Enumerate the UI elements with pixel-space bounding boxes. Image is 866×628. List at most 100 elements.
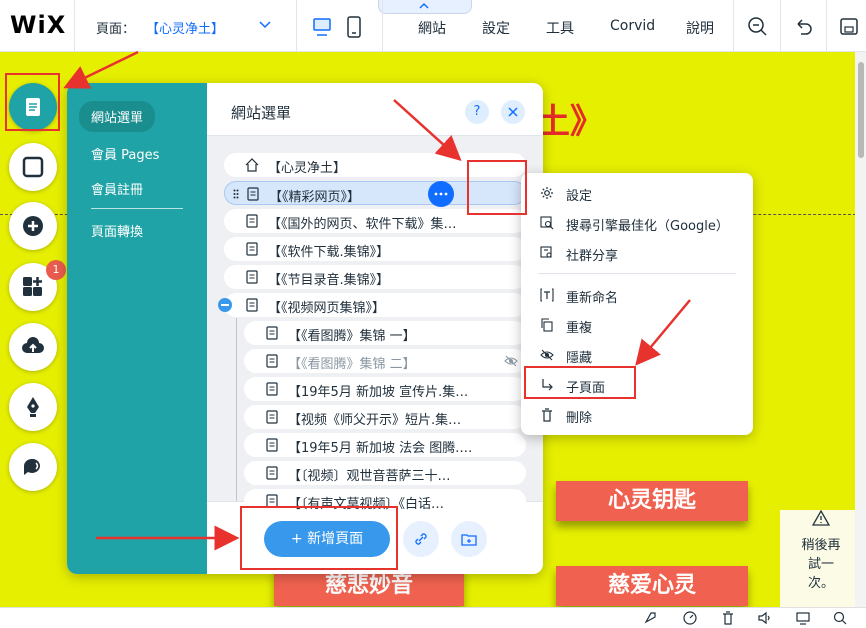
close-button[interactable] [501,100,525,124]
divider [538,273,736,274]
page-icon [246,270,258,284]
menu-item-rename[interactable]: 重新命名 [521,282,753,308]
menu-site[interactable]: 網站 [418,18,446,38]
chevron-up-icon[interactable] [417,1,431,11]
background-button[interactable] [9,143,57,191]
menu-tools[interactable]: 工具 [546,18,574,38]
page-row[interactable]: 【19年5月 新加坡 宣传片.集… [244,377,526,401]
search-icon[interactable] [832,610,848,626]
background-icon [22,156,44,178]
menu-corvid[interactable]: Corvid [610,18,655,34]
divider [780,0,781,52]
page-row-label: 【《国外的网页、软件下载》集… [268,217,457,232]
menu-item-delete[interactable]: 刪除 [521,402,753,428]
page-row[interactable]: 【《看图腾》集锦 二】 [244,349,526,373]
menu-item-label: 設定 [566,189,593,204]
wix-logo[interactable]: WiX [10,11,66,39]
annotation-highlight-pages [5,73,60,131]
menu-item-duplicate[interactable]: 重複 [521,312,753,338]
divider [826,0,827,52]
page-icon [266,326,278,340]
eye-icon [540,349,554,361]
speaker-icon[interactable] [757,610,773,626]
close-icon [508,107,518,117]
cloud-upload-icon [22,337,44,353]
ascend-button[interactable] [9,443,57,491]
pen-nib-icon [27,397,39,417]
site-title[interactable]: 土》 [536,94,604,143]
seo-icon [540,216,554,230]
banner-love[interactable]: 慈爱心灵 [556,566,748,606]
page-row[interactable]: 【视频《师父开示》短片.集… [244,405,526,429]
hidden-eye-icon [504,355,518,367]
page-row-label: 【《视频网页集锦》】 [268,301,386,316]
apps-icon [23,277,42,296]
rename-icon [540,288,554,302]
arrow-to-pages [63,50,139,89]
page-selector-value[interactable]: 【心灵净土】 [146,18,224,37]
page-row-label: 【《看图腾》集锦 二】 [288,357,416,372]
page-icon [247,187,259,201]
divider [382,0,383,52]
scrollbar-thumb[interactable] [858,62,864,158]
sidebar-item-member-signup[interactable]: 會員註冊 [79,173,155,204]
menu-item-label: 重新命名 [566,291,619,306]
blog-button[interactable] [9,383,57,431]
more-actions-button[interactable] [428,181,454,207]
save-icon[interactable] [838,15,860,37]
ellipsis-icon [434,192,448,196]
chevron-down-icon[interactable] [258,19,272,31]
sidebar-item-page-transitions[interactable]: 頁面轉換 [79,215,155,246]
banner-heart-key[interactable]: 心灵钥匙 [556,481,748,521]
trash-icon [542,408,552,422]
panel-sidebar: 網站選單 會員 Pages 會員註冊 頁面轉換 [67,83,207,574]
folder-icon [461,534,477,546]
minus-icon [221,304,229,306]
rocket-icon[interactable] [642,610,658,626]
panel-title: 網站選單 [231,104,292,122]
help-button[interactable]: ? [465,100,489,124]
mobile-icon[interactable] [346,16,362,38]
page-row-label: 【19年5月 新加坡 法会 图腾.… [288,441,473,456]
page-icon [246,242,258,256]
add-folder-button[interactable] [451,521,487,557]
page-row-label: 【《精彩网页》】 [269,190,361,205]
drag-handle-icon[interactable] [233,189,239,199]
menu-item-hide[interactable]: 隱藏 [521,342,753,368]
menu-help[interactable]: 說明 [686,18,714,38]
menu-item-label: 刪除 [566,411,593,426]
page-row-label: 【心灵净土】 [268,161,347,176]
speech-bubble-icon [23,458,42,475]
page-row[interactable]: 【《节目录音.集锦》】 [224,265,526,289]
top-bar: WiX 頁面： 【心灵净土】 網站 設定 工具 Corvid 說明 [0,0,866,52]
page-icon [246,214,258,228]
menu-settings[interactable]: 設定 [482,18,510,38]
sidebar-item-site-menu[interactable]: 網站選單 [79,101,156,132]
error-notice-text: 稍後再試一次。 [801,538,841,591]
tree-line [236,318,237,502]
undo-icon[interactable] [792,15,814,37]
menu-item-settings[interactable]: 設定 [521,180,753,206]
desktop-icon[interactable] [311,16,333,38]
sidebar-item-member-pages[interactable]: 會員 Pages [79,138,171,169]
page-row[interactable]: 【《软件下载.集锦》】 [224,237,526,261]
link-icon [415,533,427,545]
collapse-toggle[interactable] [218,298,232,312]
bottom-bar [0,607,866,628]
media-upload-button[interactable] [9,323,57,371]
divider [74,0,75,52]
page-row[interactable]: 【〔视频〕观世音菩萨三十… [244,461,526,485]
page-row[interactable]: 【19年5月 新加坡 法会 图腾.… [244,433,526,457]
menu-item-seo[interactable]: 搜尋引擎最佳化（Google） [521,210,753,236]
trash-icon[interactable] [720,610,736,626]
menu-item-social-share[interactable]: 社群分享 [521,240,753,266]
desktop-small-icon[interactable] [795,610,811,626]
add-link-button[interactable] [403,521,439,557]
add-element-button[interactable] [9,202,57,250]
speed-icon[interactable] [682,610,698,626]
page-row[interactable]: 【《看图腾》集锦 一】 [244,321,526,345]
home-icon [245,158,259,172]
page-row[interactable]: 【《视频网页集锦》】 [224,293,526,317]
zoom-out-icon[interactable] [746,15,768,37]
divider [733,0,734,52]
